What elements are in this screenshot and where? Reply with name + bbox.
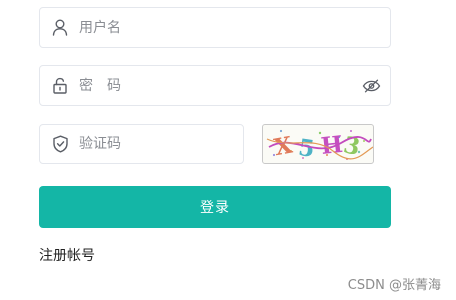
user-icon bbox=[51, 19, 69, 37]
eye-hidden-icon[interactable] bbox=[361, 76, 381, 96]
captcha-field[interactable] bbox=[39, 124, 244, 164]
lock-icon bbox=[51, 77, 69, 95]
watermark: CSDN @张菁海 bbox=[347, 278, 441, 293]
password-input[interactable] bbox=[79, 66, 361, 105]
username-field[interactable] bbox=[39, 7, 391, 48]
shield-check-icon bbox=[51, 135, 69, 153]
captcha-image[interactable]: X 5 H 3 bbox=[262, 124, 374, 164]
login-button[interactable]: 登录 bbox=[39, 186, 391, 228]
captcha-char: X bbox=[272, 132, 294, 162]
login-page: X 5 H 3 登录 注册帐号 CSDN @张菁海 bbox=[0, 0, 456, 300]
captcha-input[interactable] bbox=[79, 125, 243, 163]
register-link[interactable]: 注册帐号 bbox=[39, 245, 95, 265]
password-field[interactable] bbox=[39, 65, 391, 106]
username-input[interactable] bbox=[79, 8, 390, 47]
